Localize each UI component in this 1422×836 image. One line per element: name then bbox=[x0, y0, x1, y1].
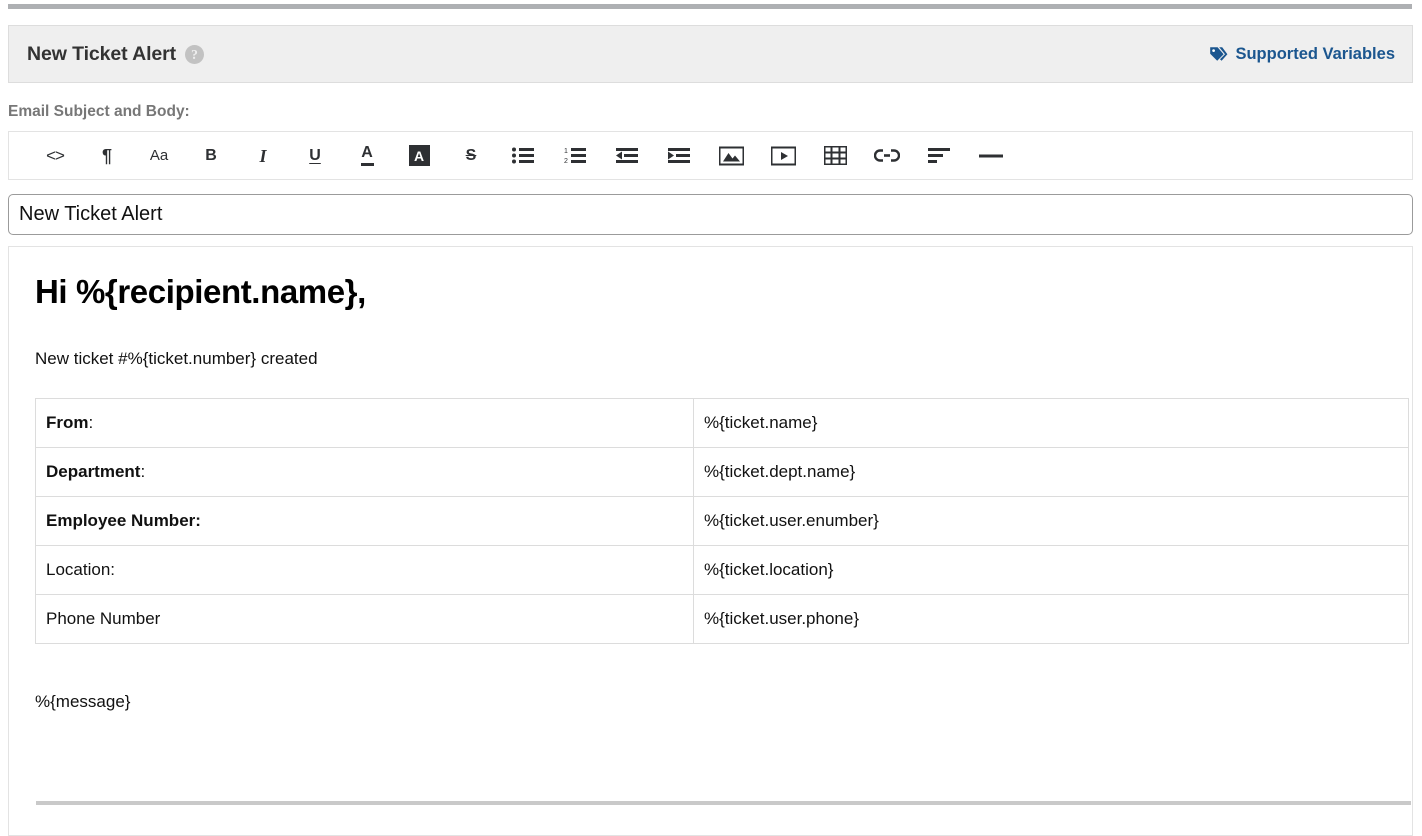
email-body-divider bbox=[36, 801, 1411, 805]
table-cell-value: %{ticket.user.enumber} bbox=[694, 497, 1409, 546]
table-cell-value: %{ticket.dept.name} bbox=[694, 448, 1409, 497]
indent-icon[interactable] bbox=[653, 132, 705, 179]
ticket-info-table-body: From: %{ticket.name} Department: %{ticke… bbox=[36, 399, 1409, 644]
supported-variables-link[interactable]: Supported Variables bbox=[1209, 45, 1395, 64]
email-body-message-placeholder: %{message} bbox=[35, 692, 1394, 712]
horizontal-rule-icon[interactable] bbox=[965, 132, 1017, 179]
tag-icon bbox=[1209, 46, 1228, 63]
underline-icon[interactable]: U bbox=[289, 132, 341, 179]
insert-video-icon[interactable] bbox=[757, 132, 809, 179]
paragraph-format-icon[interactable]: ¶ bbox=[81, 132, 133, 179]
font-color-icon[interactable]: A bbox=[341, 132, 393, 179]
table-cell-value: %{ticket.location} bbox=[694, 546, 1409, 595]
table-cell-label: Employee Number: bbox=[36, 497, 694, 546]
row-label-suffix: : bbox=[89, 413, 94, 432]
table-row: Location: %{ticket.location} bbox=[36, 546, 1409, 595]
bold-icon[interactable]: B bbox=[185, 132, 237, 179]
table-row: From: %{ticket.name} bbox=[36, 399, 1409, 448]
outdent-icon[interactable] bbox=[601, 132, 653, 179]
email-body-editor[interactable]: Hi %{recipient.name}, New ticket #%{tick… bbox=[8, 246, 1413, 836]
ordered-list-icon[interactable]: 1 2 bbox=[549, 132, 601, 179]
insert-table-icon[interactable] bbox=[809, 132, 861, 179]
row-label: Location: bbox=[46, 560, 115, 579]
unordered-list-icon[interactable] bbox=[497, 132, 549, 179]
email-body-intro-line: New ticket #%{ticket.number} created bbox=[35, 349, 1394, 369]
help-circle-icon[interactable]: ? bbox=[185, 45, 204, 64]
row-label: Department bbox=[46, 462, 140, 481]
top-divider-bar bbox=[8, 4, 1412, 9]
ticket-info-table: From: %{ticket.name} Department: %{ticke… bbox=[35, 398, 1409, 644]
strikethrough-icon[interactable]: S bbox=[445, 132, 497, 179]
row-label: From bbox=[46, 413, 89, 432]
table-cell-label: Department: bbox=[36, 448, 694, 497]
table-row: Employee Number: %{ticket.user.enumber} bbox=[36, 497, 1409, 546]
email-subject-input[interactable] bbox=[8, 194, 1413, 235]
row-label: Phone Number bbox=[46, 609, 160, 628]
font-size-icon[interactable]: Aa bbox=[133, 132, 185, 179]
supported-variables-label: Supported Variables bbox=[1235, 45, 1395, 64]
table-cell-value: %{ticket.user.phone} bbox=[694, 595, 1409, 644]
row-label-suffix: : bbox=[140, 462, 145, 481]
panel-header-left: New Ticket Alert ? bbox=[27, 43, 204, 66]
table-row: Phone Number %{ticket.user.phone} bbox=[36, 595, 1409, 644]
editor-toolbar: <> ¶ Aa B I U A A S bbox=[8, 131, 1413, 180]
table-cell-label: Location: bbox=[36, 546, 694, 595]
notification-template-editor-page: New Ticket Alert ? Supported Variables E… bbox=[0, 0, 1422, 826]
table-cell-value: %{ticket.name} bbox=[694, 399, 1409, 448]
source-code-icon[interactable]: <> bbox=[29, 132, 81, 179]
table-row: Department: %{ticket.dept.name} bbox=[36, 448, 1409, 497]
italic-icon[interactable]: I bbox=[237, 132, 289, 179]
row-label: Employee Number: bbox=[46, 511, 201, 530]
panel-header: New Ticket Alert ? Supported Variables bbox=[8, 25, 1413, 83]
svg-text:1: 1 bbox=[564, 148, 568, 155]
email-body-heading: Hi %{recipient.name}, bbox=[35, 273, 1394, 311]
table-cell-label: From: bbox=[36, 399, 694, 448]
email-subject-body-label: Email Subject and Body: bbox=[8, 103, 190, 121]
insert-image-icon[interactable] bbox=[705, 132, 757, 179]
align-icon[interactable] bbox=[913, 132, 965, 179]
highlight-color-icon[interactable]: A bbox=[393, 132, 445, 179]
table-cell-label: Phone Number bbox=[36, 595, 694, 644]
insert-link-icon[interactable] bbox=[861, 132, 913, 179]
page-title: New Ticket Alert bbox=[27, 43, 176, 66]
svg-text:2: 2 bbox=[564, 158, 568, 164]
